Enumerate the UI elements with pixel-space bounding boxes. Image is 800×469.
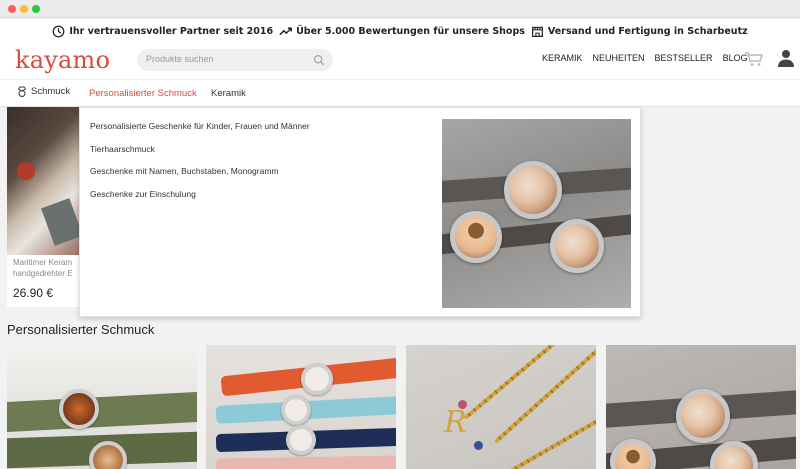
site-header: kayamo Produkte suchen KERAMIK NEUHEITEN… (0, 43, 800, 79)
dropdown-link-einschulung[interactable]: Geschenke zur Einschulung (90, 189, 310, 212)
ring-icon (17, 86, 27, 97)
category-personalisierter-schmuck[interactable]: Personalisierter Schmuck (89, 88, 197, 99)
top-navigation: KERAMIK NEUHEITEN BESTSELLER BLOG (542, 53, 748, 63)
trust-text: Versand und Fertigung in Scharbeutz (547, 25, 748, 37)
window-close-button[interactable] (8, 5, 16, 13)
user-account-icon[interactable] (778, 49, 794, 67)
nav-link-keramik[interactable]: KERAMIK (542, 53, 583, 63)
product-image[interactable] (406, 345, 596, 469)
dropdown-link-geschenke-namen[interactable]: Geschenke mit Namen, Buchstaben, Monogra… (90, 166, 310, 189)
dropdown-link-tierhaarschmuck[interactable]: Tierhaarschmuck (90, 144, 310, 167)
photo-charm (59, 389, 99, 429)
product-card[interactable] (7, 345, 197, 469)
search-input[interactable]: Produkte suchen (146, 54, 214, 64)
search-icon[interactable] (313, 54, 325, 66)
window-maximize-button[interactable] (32, 5, 40, 13)
category-keramik[interactable]: Keramik (211, 88, 246, 99)
nav-link-bestseller[interactable]: BESTSELLER (655, 53, 713, 63)
nav-link-neuheiten[interactable]: NEUHEITEN (593, 53, 645, 63)
product-title-line2[interactable]: handgedrehter E (13, 269, 73, 278)
clock-icon (52, 25, 65, 37)
photo-medallion (550, 219, 604, 273)
category-schmuck[interactable]: Schmuck (17, 86, 70, 97)
trust-item-reviews: Über 5.000 Bewertungen für unsere Shops (279, 25, 525, 38)
product-card[interactable] (606, 345, 796, 469)
trust-text: Ihr vertrauensvoller Partner seit 2016 (69, 25, 274, 37)
mega-menu-dropdown: Personalisierte Geschenke für Kinder, Fr… (79, 107, 641, 317)
product-card[interactable] (206, 345, 396, 469)
product-price: 26.90 € (13, 286, 54, 300)
storefront-icon (531, 26, 543, 37)
trending-up-icon (279, 27, 293, 35)
dropdown-featured-image[interactable] (442, 119, 631, 308)
product-card-keramik[interactable]: Maritimer Keram handgedrehter E 26.90 € (7, 107, 79, 307)
name-charm (286, 425, 316, 455)
dropdown-links: Personalisierte Geschenke für Kinder, Fr… (90, 121, 310, 212)
product-title[interactable]: Maritimer Keram (13, 258, 72, 267)
trust-item-partner: Ihr vertrauensvoller Partner seit 2016 (52, 25, 273, 38)
photo-medallion (676, 389, 730, 443)
site-logo[interactable]: kayamo (15, 46, 110, 74)
category-navigation: Schmuck Personalisierter Schmuck Keramik (0, 79, 800, 107)
gem-pendant (458, 400, 467, 409)
trust-bar: Ihr vertrauensvoller Partner seit 2016 Ü… (0, 19, 800, 43)
name-charm (281, 395, 311, 425)
letter-pendant: R (444, 405, 467, 440)
window-minimize-button[interactable] (20, 5, 28, 13)
gem-pendant (474, 441, 483, 450)
category-label: Schmuck (31, 86, 71, 97)
photo-medallion (450, 211, 502, 263)
browser-chrome (0, 0, 800, 18)
dropdown-link-personalisierte-geschenke[interactable]: Personalisierte Geschenke für Kinder, Fr… (90, 121, 310, 144)
cart-icon[interactable] (744, 51, 764, 67)
photo-medallion (504, 161, 562, 219)
trust-text: Über 5.000 Bewertungen für unsere Shops (296, 25, 525, 37)
product-card[interactable]: R (406, 345, 596, 469)
product-image[interactable] (7, 107, 79, 255)
section-title: Personalisierter Schmuck (7, 322, 155, 337)
trust-item-shipping: Versand und Fertigung in Scharbeutz (531, 25, 748, 38)
search-bar[interactable]: Produkte suchen (137, 49, 333, 71)
name-charm (301, 363, 333, 395)
bracelet-strap (215, 455, 396, 469)
